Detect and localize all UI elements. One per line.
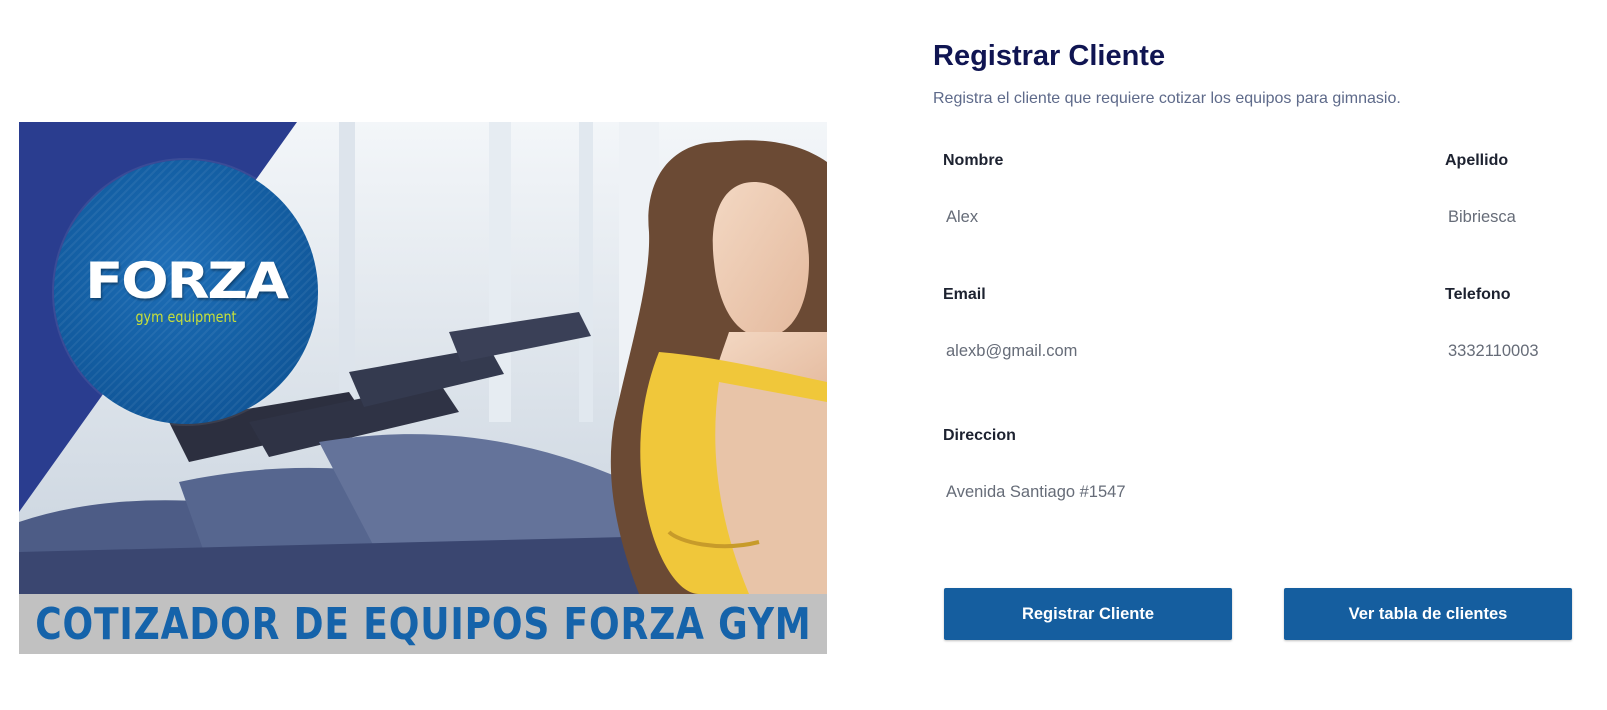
register-client-button[interactable]: Registrar Cliente	[944, 588, 1232, 640]
direccion-label: Direccion	[943, 427, 1016, 444]
logo-title: FORZA	[85, 252, 289, 310]
form-subtitle: Registra el cliente que requiere cotizar…	[933, 90, 1401, 107]
email-label: Email	[943, 286, 986, 303]
logo-subtitle: gym equipment	[135, 308, 237, 326]
apellido-label: Apellido	[1445, 152, 1509, 169]
nombre-input[interactable]	[943, 204, 1389, 230]
forza-logo: FORZA gym equipment	[54, 160, 318, 424]
email-input[interactable]	[943, 338, 1389, 364]
view-clients-table-button[interactable]: Ver tabla de clientes	[1284, 588, 1572, 640]
apellido-input[interactable]	[1445, 204, 1571, 230]
form-title: Registrar Cliente	[933, 40, 1166, 72]
nombre-label: Nombre	[943, 152, 1004, 169]
telefono-input[interactable]	[1445, 338, 1571, 364]
register-client-form: Registrar Cliente Registra el cliente qu…	[933, 0, 1573, 710]
telefono-label: Telefono	[1445, 286, 1511, 303]
banner-caption: COTIZADOR DE EQUIPOS FORZA GYM	[34, 598, 812, 650]
banner-caption-strip: COTIZADOR DE EQUIPOS FORZA GYM	[19, 594, 827, 654]
direccion-input[interactable]	[943, 479, 1389, 505]
promo-banner: FORZA gym equipment COTIZADOR DE EQUIPOS…	[19, 122, 827, 654]
